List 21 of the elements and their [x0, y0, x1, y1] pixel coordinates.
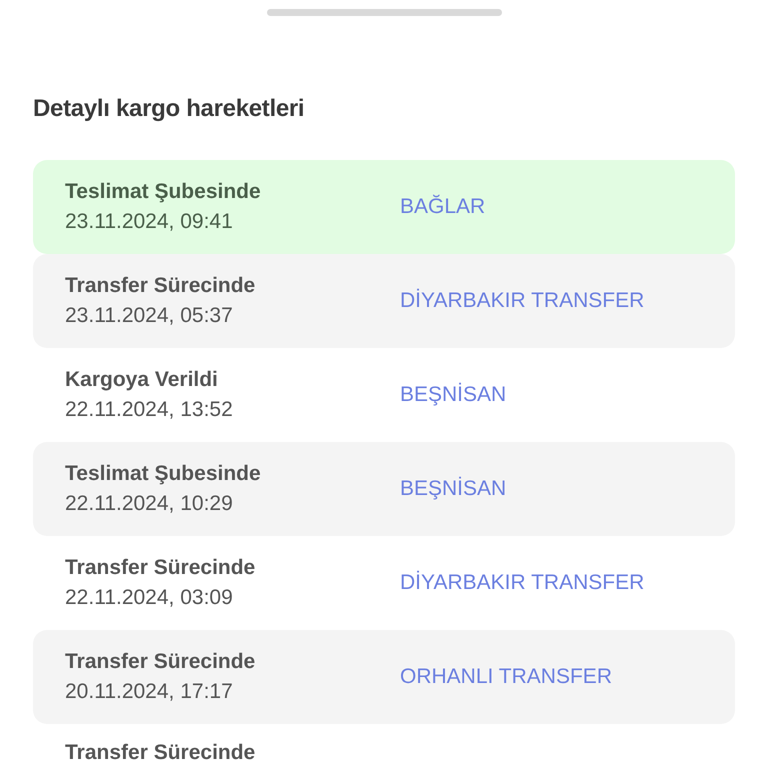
location-label: BAĞLAR [400, 194, 486, 220]
location-label: BEŞNİSAN [400, 476, 506, 502]
status-label: Teslimat Şubesinde [65, 461, 262, 487]
status-label: Transfer Sürecinde [65, 649, 256, 675]
status-label: Transfer Sürecinde [65, 555, 256, 581]
status-label: Transfer Sürecinde [65, 273, 256, 299]
location-label: DİYARBAKIR TRANSFER [400, 288, 644, 314]
section-title: Detaylı kargo hareketleri [33, 94, 306, 124]
status-label: Teslimat Şubesinde [65, 179, 262, 205]
status-label: Transfer Sürecinde [65, 740, 256, 766]
date-time: 23.11.2024, 05:37 [65, 303, 234, 329]
date-time: 23.11.2024, 09:41 [65, 209, 234, 235]
date-time: 20.11.2024, 17:17 [65, 679, 234, 705]
date-time: 22.11.2024, 03:09 [65, 585, 234, 611]
location-label: DİYARBAKIR TRANSFER [400, 570, 644, 596]
location-label: ORHANLI TRANSFER [400, 664, 612, 690]
drag-handle[interactable] [266, 9, 502, 16]
location-label: BEŞNİSAN [400, 382, 506, 408]
date-time: 22.11.2024, 10:29 [65, 491, 234, 517]
date-time: 22.11.2024, 13:52 [65, 397, 234, 423]
status-label: Kargoya Verildi [65, 367, 219, 393]
